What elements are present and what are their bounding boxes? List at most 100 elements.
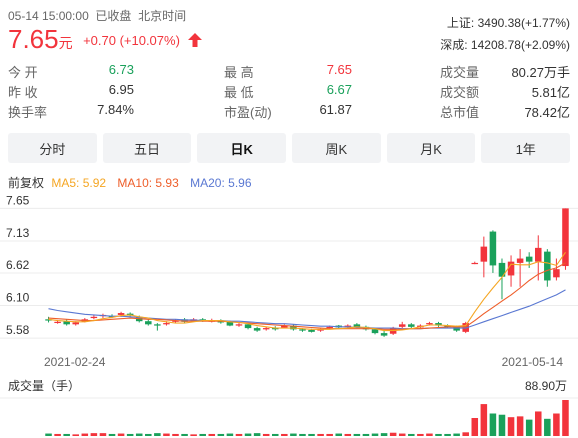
candle-body	[72, 322, 80, 325]
volume-bar	[553, 413, 560, 436]
up-arrow-icon	[188, 33, 203, 47]
candle-body	[262, 328, 270, 330]
candle-body	[253, 328, 261, 331]
candle-body	[544, 251, 551, 281]
volume-bar	[81, 433, 89, 436]
y-tick-label: 6.62	[6, 258, 30, 272]
volume-bar	[362, 433, 370, 436]
candle-body	[326, 326, 333, 329]
y-tick-label: 7.65	[6, 193, 30, 207]
volume-bar	[408, 433, 415, 436]
current-price: 7.65	[8, 24, 59, 54]
volume-bar	[398, 433, 406, 436]
volume-bar	[253, 433, 261, 436]
x-start-label: 2021-02-24	[44, 355, 106, 369]
index-name: 上证:	[446, 16, 475, 30]
ma10-legend: MA10: 5.93	[117, 176, 179, 190]
candle-body	[525, 256, 533, 262]
tab-5[interactable]: 1年	[481, 133, 571, 163]
tab-2[interactable]: 日K	[197, 133, 287, 163]
stat-label: 换手率	[8, 105, 48, 120]
stat-label: 昨 收	[8, 85, 38, 100]
candle-body	[534, 247, 542, 262]
volume-bar	[498, 414, 506, 436]
volume-bar	[534, 411, 542, 436]
volume-bar	[145, 433, 152, 436]
volume-bar	[154, 433, 161, 436]
volume-bar	[516, 416, 524, 436]
ma-legend: 前复权 MA5: 5.92 MA10: 5.93 MA20: 5.96	[8, 174, 252, 191]
currency-unit: 元	[58, 35, 73, 51]
volume-bar	[308, 433, 315, 436]
volume-bar	[99, 433, 107, 436]
stat-label: 成交量	[440, 65, 480, 80]
quote-datetime: 05-14 15:00:00 已收盘 北京时间	[8, 7, 186, 24]
tab-0[interactable]: 分时	[8, 133, 97, 163]
stat-value: 6.95	[108, 82, 134, 97]
candle-body	[471, 262, 479, 265]
volume-bar	[562, 400, 569, 436]
candle-body	[117, 313, 125, 315]
volume-bar	[426, 433, 433, 436]
volume-bar	[45, 433, 52, 436]
volume-bar	[444, 433, 451, 436]
candle-body	[516, 258, 524, 263]
adjust-label[interactable]: 前复权	[8, 176, 44, 190]
volume-bar	[262, 433, 270, 436]
stat-value: 7.84%	[97, 102, 134, 117]
stat-value: 80.27万手	[511, 65, 570, 80]
volume-bar	[172, 433, 179, 436]
volume-bar	[489, 413, 497, 436]
tab-4[interactable]: 月K	[386, 133, 476, 163]
candle-body	[553, 269, 560, 278]
volume-bar	[507, 417, 515, 436]
volume-bar	[244, 433, 252, 436]
kline-chart[interactable]: 7.65 7.13 6.62 6.10 5.58 2021-02-24 2021-05-14…	[0, 190, 578, 438]
candle-body	[299, 329, 306, 331]
ma20-line	[48, 289, 566, 330]
index-name: 深成:	[440, 38, 468, 52]
candle-body	[235, 324, 243, 326]
candle-body	[163, 323, 170, 325]
price-change: +0.70 (+10.07%)	[83, 33, 180, 48]
volume-bar	[471, 418, 479, 436]
y-tick-label: 6.10	[6, 291, 30, 305]
volume-bar	[326, 433, 333, 436]
volume-bar	[371, 433, 379, 436]
stat-value: 61.87	[319, 102, 352, 117]
candle-body	[453, 326, 460, 331]
stat-label: 成交额	[440, 85, 480, 100]
stat-value: 6.73	[108, 62, 134, 77]
candle-body	[380, 333, 388, 336]
volume-bar	[117, 433, 125, 436]
stat-label: 总市值	[440, 105, 480, 120]
candle-body	[489, 231, 497, 266]
candle-body	[398, 324, 406, 327]
volume-max-label: 88.90万	[525, 379, 567, 393]
volume-bar	[126, 433, 134, 436]
timezone-label: 北京时间	[138, 9, 187, 23]
candle-body	[408, 324, 415, 327]
volume-title: 成交量（手）	[8, 378, 80, 393]
ma20-legend: MA20: 5.96	[190, 176, 252, 190]
volume-bar	[181, 433, 188, 436]
volume-bar	[544, 418, 551, 436]
volume-bar	[417, 433, 424, 436]
stat-value: 78.42亿	[524, 105, 570, 120]
candle-body	[90, 316, 98, 319]
volume-bar	[344, 433, 352, 436]
index-sz[interactable]: 深成: 14208.78(+2.09%)	[440, 36, 570, 53]
volume-bar	[208, 433, 216, 436]
volume-bar	[290, 433, 297, 436]
volume-bar	[108, 433, 116, 436]
index-sh[interactable]: 上证: 3490.38(+1.77%)	[447, 14, 570, 31]
volume-bar	[90, 433, 98, 436]
tab-1[interactable]: 五日	[102, 133, 192, 163]
stat-label: 今 开	[8, 65, 38, 80]
volume-bar	[217, 433, 225, 436]
candle-body	[426, 323, 433, 325]
stat-value: 5.81亿	[531, 85, 570, 100]
volume-bar	[199, 433, 206, 436]
tab-3[interactable]: 周K	[292, 133, 381, 163]
y-tick-label: 5.58	[6, 323, 30, 337]
